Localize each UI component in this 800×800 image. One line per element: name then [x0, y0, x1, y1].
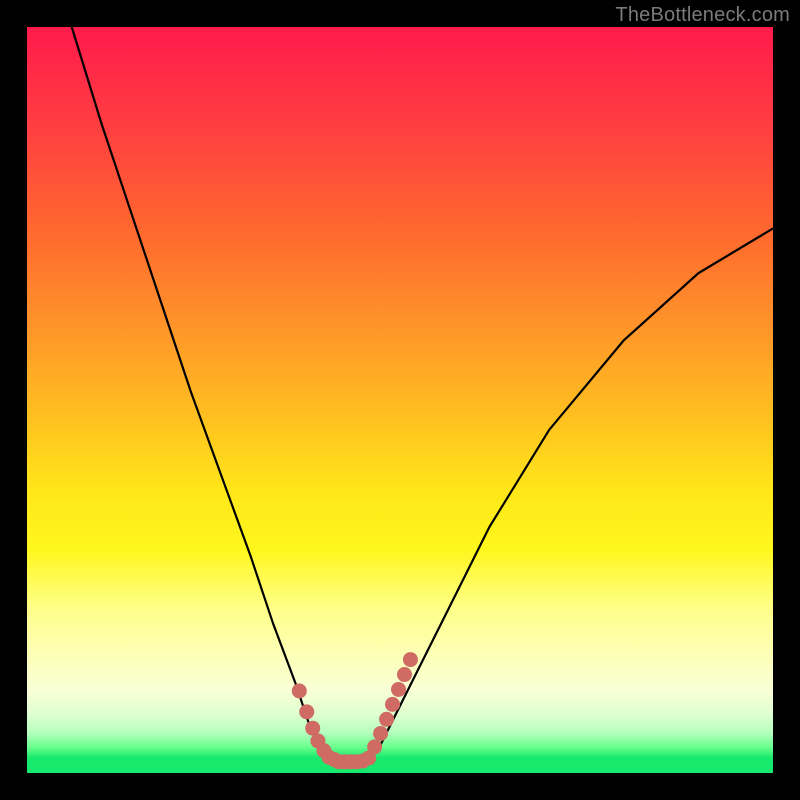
highlight-dot [367, 739, 382, 754]
chart-svg [27, 27, 773, 773]
highlight-dot [403, 652, 418, 667]
bottleneck-curve-line [72, 27, 773, 762]
curve-path [72, 27, 773, 762]
highlight-dot [385, 697, 400, 712]
highlight-dot [397, 667, 412, 682]
highlight-dots-right [367, 652, 418, 754]
highlight-dot [299, 704, 314, 719]
highlight-dots-left [292, 683, 342, 767]
watermark-label: TheBottleneck.com [615, 4, 790, 27]
highlight-dot [391, 682, 406, 697]
highlight-dot [292, 683, 307, 698]
chart-frame: TheBottleneck.com [0, 0, 800, 800]
plot-area [27, 27, 773, 773]
highlight-dot [379, 712, 394, 727]
highlight-dot [373, 726, 388, 741]
